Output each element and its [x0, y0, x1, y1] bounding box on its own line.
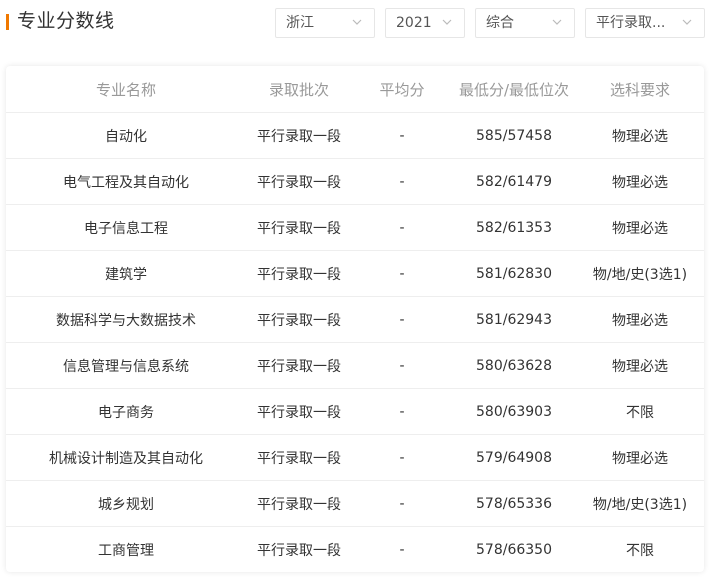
- chevron-down-icon: [552, 17, 562, 27]
- cell-subject-requirement: 物理必选: [576, 296, 704, 343]
- cell-average: -: [352, 112, 452, 159]
- table-row: 建筑学 平行录取一段 - 581/62830 物/地/史(3选1): [6, 250, 704, 297]
- cell-subject-requirement: 物理必选: [576, 158, 704, 205]
- cell-batch: 平行录取一段: [246, 342, 352, 389]
- cell-subject-requirement: 物/地/史(3选1): [576, 480, 704, 527]
- cell-average: -: [352, 434, 452, 481]
- cell-average: -: [352, 158, 452, 205]
- cell-subject-requirement: 不限: [626, 542, 654, 559]
- cell-average: -: [352, 480, 452, 527]
- table-row: 工商管理 平行录取一段 - 578/66350 不限: [6, 527, 704, 573]
- cell-major: 自动化: [6, 112, 246, 159]
- cell-batch: 平行录取一段: [246, 434, 352, 481]
- table-row: 数据科学与大数据技术 平行录取一段 - 581/62943 物理必选: [6, 296, 704, 343]
- title-accent-bar: [6, 14, 9, 30]
- cell-batch: 平行录取一段: [257, 542, 341, 559]
- chevron-down-icon: [682, 17, 692, 27]
- cell-subject-requirement: 物/地/史(3选1): [576, 250, 704, 297]
- cell-major: 机械设计制造及其自动化: [6, 434, 246, 481]
- cell-major: 数据科学与大数据技术: [6, 296, 246, 343]
- cell-min-score-rank: 585/57458: [452, 112, 576, 159]
- score-table-card: 专业名称 录取批次 平均分 最低分/最低位次 选科要求 自动化 平行录取一段 -…: [6, 66, 704, 572]
- cell-major: 建筑学: [6, 250, 246, 297]
- column-header-major: 专业名称: [6, 66, 246, 113]
- chevron-down-icon: [352, 17, 362, 27]
- batch-select-value: 平行录取...: [596, 15, 666, 31]
- page-title: 专业分数线: [17, 10, 115, 32]
- batch-select[interactable]: 平行录取...: [585, 8, 705, 38]
- cell-min-score-rank: 578/66350: [476, 541, 552, 558]
- province-select[interactable]: 浙江: [275, 8, 375, 38]
- cell-major: 信息管理与信息系统: [6, 342, 246, 389]
- cell-min-score-rank: 578/65336: [452, 480, 576, 527]
- cell-batch: 平行录取一段: [246, 158, 352, 205]
- province-select-value: 浙江: [286, 15, 314, 31]
- cell-average: -: [399, 541, 405, 558]
- table-row: 电气工程及其自动化 平行录取一段 - 582/61479 物理必选: [6, 158, 704, 205]
- cell-batch: 平行录取一段: [246, 250, 352, 297]
- cell-min-score-rank: 582/61479: [452, 158, 576, 205]
- cell-batch: 平行录取一段: [246, 112, 352, 159]
- cell-average: -: [352, 342, 452, 389]
- table-row: 电子信息工程 平行录取一段 - 582/61353 物理必选: [6, 204, 704, 251]
- year-select[interactable]: 2021: [385, 8, 465, 38]
- cell-major: 工商管理: [98, 542, 154, 559]
- column-header-subject-requirement: 选科要求: [576, 66, 704, 113]
- cell-min-score-rank: 580/63628: [452, 342, 576, 389]
- cell-batch: 平行录取一段: [246, 388, 352, 435]
- cell-major: 电子商务: [6, 388, 246, 435]
- cell-subject-requirement: 物理必选: [576, 342, 704, 389]
- cell-min-score-rank: 581/62943: [452, 296, 576, 343]
- table-row: 机械设计制造及其自动化 平行录取一段 - 579/64908 物理必选: [6, 434, 704, 481]
- cell-min-score-rank: 581/62830: [452, 250, 576, 297]
- cell-average: -: [352, 204, 452, 251]
- cell-major: 城乡规划: [6, 480, 246, 527]
- table-row: 城乡规划 平行录取一段 - 578/65336 物/地/史(3选1): [6, 480, 704, 527]
- cell-average: -: [352, 296, 452, 343]
- column-header-min-score-rank: 最低分/最低位次: [452, 66, 576, 113]
- score-table: 专业名称 录取批次 平均分 最低分/最低位次 选科要求 自动化 平行录取一段 -…: [6, 66, 704, 572]
- cell-subject-requirement: 物理必选: [576, 434, 704, 481]
- cell-subject-requirement: 不限: [576, 388, 704, 435]
- table-row: 信息管理与信息系统 平行录取一段 - 580/63628 物理必选: [6, 342, 704, 389]
- cell-batch: 平行录取一段: [246, 480, 352, 527]
- cell-major: 电子信息工程: [6, 204, 246, 251]
- table-header-row: 专业名称 录取批次 平均分 最低分/最低位次 选科要求: [6, 66, 704, 113]
- cell-min-score-rank: 580/63903: [452, 388, 576, 435]
- subject-select-value: 综合: [486, 15, 514, 31]
- cell-batch: 平行录取一段: [246, 296, 352, 343]
- cell-average: -: [352, 250, 452, 297]
- cell-min-score-rank: 579/64908: [452, 434, 576, 481]
- table-row: 电子商务 平行录取一段 - 580/63903 不限: [6, 388, 704, 435]
- cell-batch: 平行录取一段: [246, 204, 352, 251]
- subject-select[interactable]: 综合: [475, 8, 575, 38]
- cell-min-score-rank: 582/61353: [452, 204, 576, 251]
- cell-subject-requirement: 物理必选: [576, 204, 704, 251]
- table-row: 自动化 平行录取一段 - 585/57458 物理必选: [6, 112, 704, 159]
- chevron-down-icon: [442, 17, 452, 27]
- cell-average: -: [352, 388, 452, 435]
- year-select-value: 2021: [396, 15, 432, 31]
- column-header-batch: 录取批次: [246, 66, 352, 113]
- column-header-average: 平均分: [352, 66, 452, 113]
- page-header: 专业分数线 浙江 2021 综合 平行录取...: [0, 0, 710, 46]
- cell-major: 电气工程及其自动化: [6, 158, 246, 205]
- cell-subject-requirement: 物理必选: [576, 112, 704, 159]
